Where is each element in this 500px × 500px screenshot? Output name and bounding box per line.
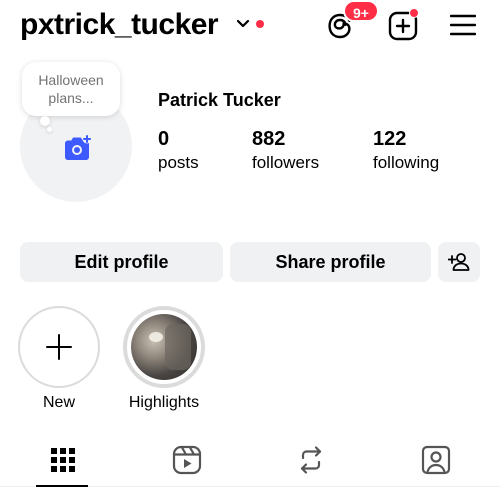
note-tail-dot-small [47,127,52,132]
account-notification-dot [256,20,264,28]
stat-following-label: following [373,153,440,172]
chevron-down-icon[interactable] [236,18,250,30]
stat-followers[interactable]: 882 followers [252,128,319,175]
grid-icon[interactable] [47,444,79,476]
stat-following-count: 122 [373,128,407,150]
camera-add-icon[interactable] [62,134,92,162]
username[interactable]: pxtrick_tucker [20,8,219,42]
add-notification-dot [409,8,419,18]
discover-people-button[interactable] [438,242,480,282]
highlight-label: Highlights [128,394,200,411]
reels-icon[interactable] [171,444,203,476]
note-bubble[interactable]: Halloween plans... [22,62,120,116]
menu-icon[interactable] [450,13,476,37]
stat-posts-count: 0 [158,128,170,150]
add-user-icon [448,253,470,271]
new-highlight-button[interactable] [18,306,100,388]
share-profile-button[interactable]: Share profile [230,242,431,282]
note-tail-dot [40,116,50,126]
stat-followers-count: 882 [252,128,286,150]
highlight-cover-image[interactable] [131,314,197,380]
reposts-icon[interactable] [295,444,327,476]
tagged-icon[interactable] [420,444,452,476]
threads-badge: 9+ [343,0,379,22]
stat-followers-label: followers [252,153,320,172]
display-name: Patrick Tucker [158,90,281,110]
selected-tab-indicator [36,485,88,487]
stat-posts[interactable]: 0 posts [158,128,199,175]
profile-header: pxtrick_tucker 9+ [0,0,500,56]
stat-following[interactable]: 122 following [373,128,439,175]
plus-icon [46,334,72,360]
note-text: Halloween plans... [38,72,104,106]
new-highlight-label: New [42,394,75,411]
edit-profile-button[interactable]: Edit profile [20,242,223,282]
stat-posts-label: posts [158,153,199,172]
